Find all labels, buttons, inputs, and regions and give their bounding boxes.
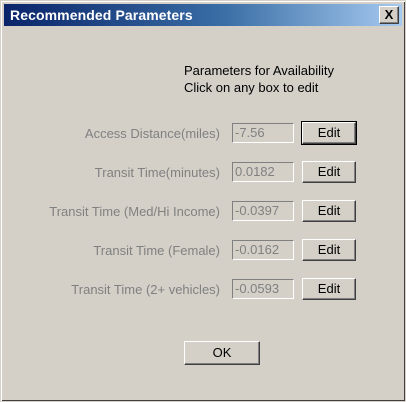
edit-button-transit-time[interactable]: Edit bbox=[302, 161, 356, 183]
dialog-body: Parameters for Availability Click on any… bbox=[4, 29, 402, 398]
instructions-line-1: Parameters for Availability bbox=[184, 63, 335, 78]
param-value-transit-time-female[interactable]: -0.0162 bbox=[232, 240, 294, 260]
ok-button[interactable]: OK bbox=[184, 341, 260, 365]
edit-button-transit-time-med-hi-income[interactable]: Edit bbox=[302, 200, 356, 222]
title-bar[interactable]: Recommended Parameters X bbox=[4, 4, 402, 26]
param-value-access-distance[interactable]: -7.56 bbox=[232, 123, 294, 143]
param-label-access-distance: Access Distance(miles) bbox=[84, 126, 220, 141]
instructions: Parameters for Availability Click on any… bbox=[184, 62, 334, 96]
param-value-transit-time[interactable]: 0.0182 bbox=[232, 162, 294, 182]
param-label-transit-time-female: Transit Time (Female) bbox=[93, 243, 220, 258]
window-title: Recommended Parameters bbox=[10, 7, 193, 23]
edit-button-transit-time-female[interactable]: Edit bbox=[302, 239, 356, 261]
instructions-line-2: Click on any box to edit bbox=[184, 80, 319, 95]
recommended-parameters-dialog: Recommended Parameters X Parameters for … bbox=[0, 0, 406, 402]
close-button[interactable]: X bbox=[379, 6, 399, 24]
param-label-transit-time: Transit Time(minutes) bbox=[94, 165, 220, 180]
edit-button-access-distance[interactable]: Edit bbox=[301, 121, 357, 145]
param-label-transit-time-2plus-vehicles: Transit Time (2+ vehicles) bbox=[71, 282, 220, 297]
param-label-transit-time-med-hi-income: Transit Time (Med/Hi Income) bbox=[49, 204, 220, 219]
edit-button-transit-time-2plus-vehicles[interactable]: Edit bbox=[302, 278, 356, 300]
param-value-transit-time-med-hi-income[interactable]: -0.0397 bbox=[232, 201, 294, 221]
param-value-transit-time-2plus-vehicles[interactable]: -0.0593 bbox=[232, 279, 294, 299]
